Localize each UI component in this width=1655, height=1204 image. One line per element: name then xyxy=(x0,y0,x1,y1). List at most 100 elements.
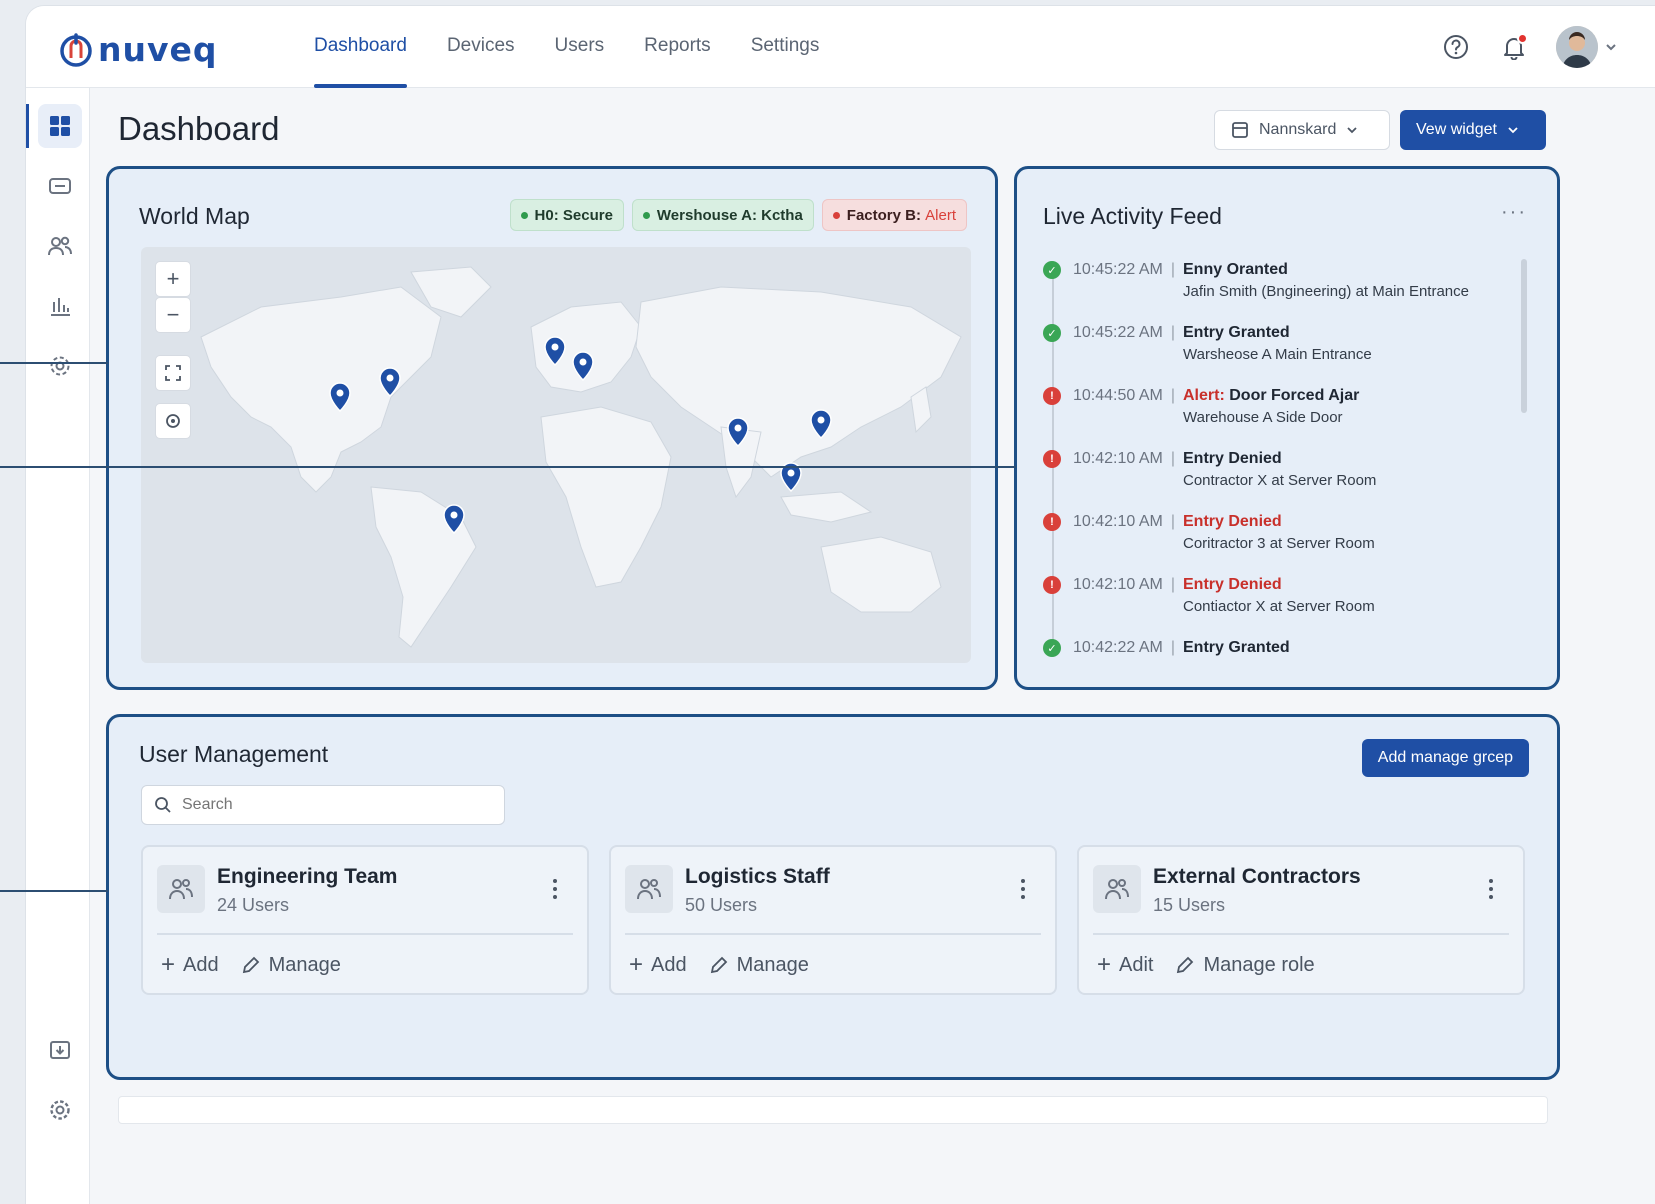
plus-icon: + xyxy=(629,951,644,978)
bar-chart-icon xyxy=(51,298,70,316)
locate-icon xyxy=(166,414,180,428)
brand-name: nuveq xyxy=(98,30,218,69)
activity-feed-list: ✓ 10:45:22 AM | Enny Oranted Jafin Smith (… xyxy=(1043,259,1513,700)
manage-label: Manage xyxy=(268,953,341,976)
status-badge-factory-b[interactable]: Factory B: Alert xyxy=(821,199,967,231)
denied-icon: ! xyxy=(1043,513,1061,531)
help-button[interactable] xyxy=(1440,31,1472,63)
kebab-menu-icon[interactable] xyxy=(1013,875,1033,903)
feed-event: Entry Granted xyxy=(1183,639,1290,656)
group-card-engineering[interactable]: Engineering Team 24 Users + Add Manage xyxy=(141,845,589,995)
nav-reports[interactable]: Reports xyxy=(624,6,731,88)
feed-item[interactable]: ! 10:42:10 AM | Entry Denied Coritractor 3… xyxy=(1043,511,1513,574)
layout-select-button[interactable]: Nannskard xyxy=(1214,110,1390,150)
feed-item[interactable]: ! 10:42:10 AM | Entry Denied Contiactor X … xyxy=(1043,574,1513,637)
manage-group-button[interactable]: Manage xyxy=(709,951,809,979)
feed-item[interactable]: ✓ 10:42:22 AM | Entry Granted xyxy=(1043,637,1513,700)
help-circle-icon xyxy=(1444,35,1468,59)
status-badge-warehouse-a[interactable]: Wershouse A: Kctha xyxy=(631,199,814,231)
manage-role-button[interactable]: Manage role xyxy=(1175,951,1315,979)
sidebar-item-preferences[interactable] xyxy=(38,1088,82,1132)
check-icon: ✓ xyxy=(1043,324,1061,342)
feed-time: 10:45:22 AM xyxy=(1073,261,1163,278)
check-icon: ✓ xyxy=(1043,261,1061,279)
add-label: Add xyxy=(651,953,687,976)
feed-item[interactable]: ! 10:44:50 AM | Alert: Door Forced Ajar Wa… xyxy=(1043,385,1513,448)
group-icon xyxy=(625,865,673,913)
sidebar xyxy=(26,88,90,1204)
locate-button[interactable] xyxy=(155,403,191,439)
check-icon: ✓ xyxy=(1043,639,1061,657)
feed-event: Entry Granted xyxy=(1183,324,1290,341)
zoom-out-button[interactable]: − xyxy=(155,297,191,333)
chevron-down-icon xyxy=(1508,127,1518,134)
status-badge-label: Factory B: Alert xyxy=(847,207,956,224)
fullscreen-button[interactable] xyxy=(155,355,191,391)
plus-icon: + xyxy=(161,951,176,978)
top-bar: nuveq Dashboard Devices Users Reports Se… xyxy=(26,6,1655,88)
feed-scrollbar[interactable] xyxy=(1521,259,1527,413)
search-input[interactable] xyxy=(182,796,482,814)
nav-users[interactable]: Users xyxy=(535,6,625,88)
settings-icon xyxy=(50,1100,70,1120)
feed-more-button[interactable]: ··· xyxy=(1501,201,1527,224)
status-badge-alert: Alert xyxy=(925,206,956,224)
manage-label: Manage xyxy=(736,953,809,976)
avatar-portrait-icon xyxy=(1556,26,1598,68)
feed-event: Alert: Door Forced Ajar xyxy=(1183,385,1359,407)
group-name: Engineering Team xyxy=(217,865,398,888)
divider xyxy=(1093,933,1509,935)
feed-detail: Warsheose A Main Entrance xyxy=(1183,346,1372,363)
status-dot xyxy=(642,211,650,219)
users-icon xyxy=(48,236,72,256)
feed-event: Enny Oranted xyxy=(1183,261,1288,278)
view-widget-button[interactable]: Vew widget xyxy=(1400,110,1546,150)
nav-settings[interactable]: Settings xyxy=(731,6,840,88)
sidebar-item-devices[interactable] xyxy=(38,164,82,208)
status-badge-label: Wershouse A: Kctha xyxy=(656,206,803,224)
group-name: External Contractors xyxy=(1153,865,1361,888)
grid-icon xyxy=(50,116,70,136)
notifications-button[interactable] xyxy=(1498,31,1530,63)
avatar xyxy=(1556,26,1598,68)
nav-dashboard[interactable]: Dashboard xyxy=(294,6,427,88)
alert-icon: ! xyxy=(1043,387,1061,405)
group-card-logistics[interactable]: Logistics Staff 50 Users + Add Manage xyxy=(609,845,1057,995)
group-card-contractors[interactable]: External Contractors 15 Users + Adit Mana… xyxy=(1077,845,1525,995)
add-member-button[interactable]: + Adit xyxy=(1097,951,1153,979)
add-member-button[interactable]: + Add xyxy=(629,951,687,979)
user-menu[interactable] xyxy=(1556,26,1618,68)
feed-separator: | xyxy=(1170,261,1175,278)
site-status-badges: H0: Secure Wershouse A: Kctha Factory B:… xyxy=(509,199,967,231)
feed-time: 10:42:22 AM xyxy=(1073,639,1163,656)
chevron-down-icon xyxy=(1347,127,1358,134)
feed-event: Entry Denied xyxy=(1183,513,1282,530)
kebab-menu-icon[interactable] xyxy=(1481,875,1501,903)
sidebar-item-dashboard[interactable] xyxy=(26,104,82,148)
feed-detail: Coritractor 3 at Server Room xyxy=(1183,535,1375,552)
group-name: Logistics Staff xyxy=(685,865,830,888)
feed-item[interactable]: ✓ 10:45:22 AM | Enny Oranted Jafin Smith (… xyxy=(1043,259,1513,322)
zoom-in-button[interactable]: + xyxy=(155,261,191,297)
feed-item[interactable]: ! 10:42:10 AM | Entry Denied Contractor X … xyxy=(1043,448,1513,511)
add-manage-group-button[interactable]: Add manage grcep xyxy=(1361,739,1529,777)
sidebar-item-reports[interactable] xyxy=(38,284,82,328)
brand-logo[interactable]: nuveq xyxy=(58,30,218,69)
sidebar-item-users[interactable] xyxy=(38,224,82,268)
sidebar-item-settings[interactable] xyxy=(38,344,82,388)
sidebar-item-export[interactable] xyxy=(38,1028,82,1072)
feed-time: 10:42:10 AM xyxy=(1073,450,1163,467)
status-badge-hq[interactable]: H0: Secure xyxy=(509,199,624,231)
feed-detail: Jafin Smith (Bngineering) at Main Entran… xyxy=(1183,283,1469,300)
plus-icon: + xyxy=(1097,951,1112,978)
power-logo-icon xyxy=(60,32,92,67)
feed-time: 10:44:50 AM xyxy=(1073,387,1163,404)
manage-group-button[interactable]: Manage xyxy=(241,951,341,979)
footer-bar xyxy=(118,1096,1548,1124)
world-map[interactable]: + − xyxy=(141,247,971,663)
kebab-menu-icon[interactable] xyxy=(545,875,565,903)
nav-devices[interactable]: Devices xyxy=(427,6,535,88)
connector-line xyxy=(0,362,108,364)
add-member-button[interactable]: + Add xyxy=(161,951,219,979)
feed-item[interactable]: ✓ 10:45:22 AM | Entry Granted Warsheose A … xyxy=(1043,322,1513,385)
